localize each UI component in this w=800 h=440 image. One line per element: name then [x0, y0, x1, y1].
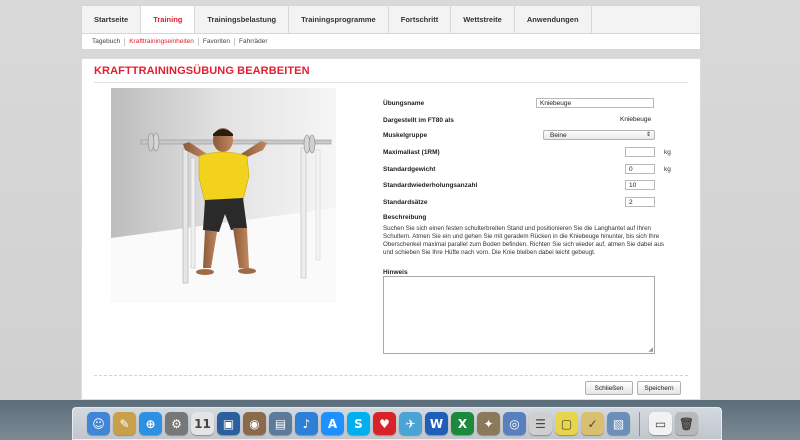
preview-icon[interactable]: ▤	[269, 412, 292, 435]
itunes-icon[interactable]: ♪	[295, 412, 318, 435]
footer-divider	[94, 375, 688, 376]
max-load-unit: kg	[664, 149, 671, 156]
trash-icon[interactable]: 🗑	[675, 412, 698, 435]
preview-image-icon[interactable]: ▧	[607, 412, 630, 435]
bird-icon[interactable]: ✈	[399, 412, 422, 435]
gimp-icon[interactable]: ✦	[477, 412, 500, 435]
max-load-input[interactable]	[625, 147, 655, 157]
display-name-label: Dargestellt im FT80 als	[383, 117, 454, 124]
exercise-name-label: Übungsname	[383, 100, 425, 107]
app-store-icon[interactable]: A	[321, 412, 344, 435]
nav-fortschritt[interactable]: Fortschritt	[389, 6, 452, 33]
note-label: Hinweis	[383, 269, 408, 276]
excel-icon[interactable]: X	[451, 412, 474, 435]
sub-nav: Tagebuch Krafttrainingseinheiten Favorit…	[81, 34, 701, 50]
main-nav: Startseite Training Trainingsbelastung T…	[81, 5, 701, 34]
nav-startseite[interactable]: Startseite	[82, 6, 142, 33]
subnav-tagebuch[interactable]: Tagebuch	[88, 38, 124, 45]
select-arrows-icon: ⇕	[645, 132, 651, 138]
nav-wettstreite[interactable]: Wettstreite	[451, 6, 515, 33]
muscle-group-select[interactable]: Beine ⇕	[543, 130, 655, 140]
edit-exercise-panel: KRAFTTRAININGSÜBUNG BEARBEITEN Übungsnam…	[81, 58, 701, 400]
calendar-icon[interactable]: 11	[191, 412, 214, 435]
virtualbox-icon[interactable]: ▣	[217, 412, 240, 435]
list-icon[interactable]: ☰	[529, 412, 552, 435]
default-reps-input[interactable]: 10	[625, 180, 655, 190]
nav-trainingsbelastung[interactable]: Trainingsbelastung	[195, 6, 290, 33]
description-text: Suchen Sie sich einen festen schulterbre…	[383, 225, 664, 256]
skype-icon[interactable]: S	[347, 412, 370, 435]
default-weight-input[interactable]: 0	[625, 164, 655, 174]
muscle-group-value: Beine	[550, 131, 567, 139]
nav-trainingsprogramme[interactable]: Trainingsprogramme	[289, 6, 389, 33]
document-icon[interactable]: ▭	[649, 412, 672, 435]
subnav-favoriten[interactable]: Favoriten	[199, 38, 234, 45]
notes-icon[interactable]: ✎	[113, 412, 136, 435]
system-preferences-icon[interactable]: ⚙	[165, 412, 188, 435]
heart-icon[interactable]: ♥	[373, 412, 396, 435]
title-divider	[94, 82, 688, 83]
muscle-group-label: Muskelgruppe	[383, 132, 428, 139]
page-title: KRAFTTRAININGSÜBUNG BEARBEITEN	[94, 65, 310, 77]
default-sets-label: Standardsätze	[383, 199, 428, 206]
nav-anwendungen[interactable]: Anwendungen	[515, 6, 592, 33]
description-label: Beschreibung	[383, 214, 427, 221]
photo-icon[interactable]: ◉	[243, 412, 266, 435]
subnav-fahrraeder[interactable]: Fahrräder	[235, 38, 272, 45]
display-name-value: Kniebeuge	[620, 116, 652, 123]
dock: ☺ ✎ ⊕ ⚙ 11 ▣ ◉ ▤ ♪ A S ♥ ✈ W X ✦ ◎ ☰ ▢ ✓ ▧ ▭ 🗑	[72, 407, 722, 440]
subnav-krafttrainingseinheiten[interactable]: Krafttrainingseinheiten	[125, 38, 198, 45]
default-sets-input[interactable]: 2	[625, 197, 655, 207]
close-button[interactable]: Schließen	[585, 381, 633, 395]
default-weight-unit: kg	[664, 166, 671, 173]
stickies-icon[interactable]: ▢	[555, 412, 578, 435]
note-textarea[interactable]: ◢	[383, 276, 655, 354]
nav-training[interactable]: Training	[141, 6, 196, 33]
safari-icon[interactable]: ⊕	[139, 412, 162, 435]
word-icon[interactable]: W	[425, 412, 448, 435]
sync-icon[interactable]: ◎	[503, 412, 526, 435]
finder-icon[interactable]: ☺	[87, 412, 110, 435]
resize-handle-icon[interactable]: ◢	[648, 346, 653, 353]
default-weight-label: Standardgewicht	[383, 166, 436, 173]
dock-separator	[639, 411, 640, 436]
save-button[interactable]: Speichern	[637, 381, 681, 395]
clipboard-icon[interactable]: ✓	[581, 412, 604, 435]
default-reps-label: Standardwiederholungsanzahl	[383, 182, 478, 189]
max-load-label: Maximallast (1RM)	[383, 149, 440, 156]
exercise-illustration	[111, 88, 336, 303]
exercise-name-input[interactable]: Kniebeuge	[536, 98, 654, 108]
